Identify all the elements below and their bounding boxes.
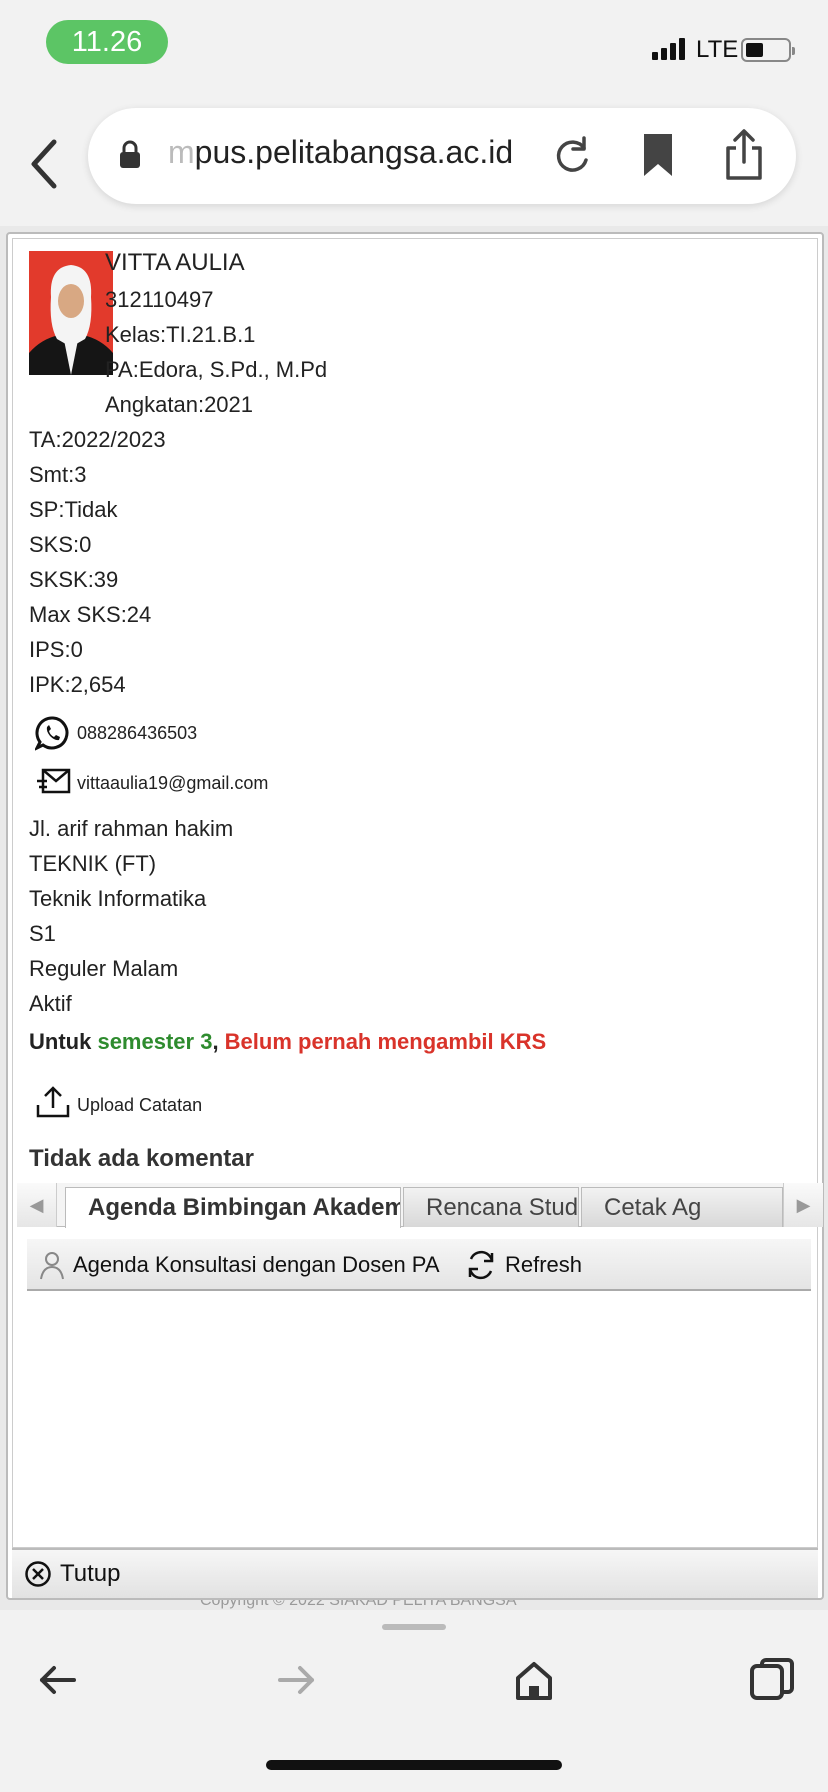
close-label: Tutup: [60, 1560, 121, 1587]
share-icon[interactable]: [724, 128, 764, 180]
krs-status: Belum pernah mengambil KRS: [224, 1029, 547, 1054]
tab-strip: ◀ Agenda Bimbingan Akademik Rencana Stud…: [17, 1183, 823, 1228]
academic-sp: SP:Tidak: [29, 497, 118, 522]
detail-program: Teknik Informatika: [29, 886, 207, 911]
browser-toolbar: mpus.pelitabangsa.ac.id: [0, 96, 828, 226]
tab-scroll-right-button[interactable]: ▶: [783, 1183, 823, 1227]
academic-ips: IPS:0: [29, 637, 83, 662]
tab-cetak-agenda[interactable]: Cetak Ag: [581, 1187, 783, 1227]
user-icon: [40, 1252, 64, 1280]
krs-prefix: Untuk: [29, 1029, 98, 1054]
krs-comma: ,: [212, 1029, 225, 1054]
bottom-navigation: [0, 1610, 828, 1792]
upload-catatan-link[interactable]: Upload Catatan: [77, 1095, 202, 1116]
url-faded: m: [168, 134, 195, 170]
refresh-icon: [468, 1250, 494, 1280]
lock-icon: [120, 140, 140, 168]
krs-notice: Untuk semester 3, Belum pernah mengambil…: [29, 1029, 546, 1055]
home-icon[interactable]: [510, 1656, 558, 1704]
refresh-label: Refresh: [505, 1252, 583, 1277]
detail-class-type: Reguler Malam: [29, 956, 179, 981]
drag-handle[interactable]: [382, 1624, 446, 1630]
tab-rencana-studi[interactable]: Rencana Studi: [403, 1187, 579, 1227]
network-label: LTE: [696, 36, 739, 63]
agenda-konsultasi-label: Agenda Konsultasi dengan Dosen PA: [73, 1252, 440, 1277]
refresh-button[interactable]: Refresh: [465, 1239, 582, 1291]
bookmark-icon[interactable]: [640, 132, 676, 178]
academic-sksk: SKSK:39: [29, 567, 119, 592]
academic-sks: SKS:0: [29, 532, 92, 557]
back-chevron-icon[interactable]: [24, 134, 64, 194]
student-nim: 312110497: [105, 287, 214, 312]
student-pa: PA:Edora, S.Pd., M.Pd: [105, 357, 328, 382]
address-bar[interactable]: mpus.pelitabangsa.ac.id: [88, 108, 796, 204]
tab-agenda-bimbingan[interactable]: Agenda Bimbingan Akademik: [65, 1187, 401, 1228]
detail-status: Aktif: [29, 991, 72, 1016]
detail-level: S1: [29, 921, 56, 946]
url-text: mpus.pelitabangsa.ac.id: [168, 134, 513, 171]
status-bar: 11.26 LTE: [0, 0, 828, 96]
agenda-konsultasi-button[interactable]: Agenda Konsultasi dengan Dosen PA: [39, 1239, 440, 1291]
dialog-footer: Tutup: [12, 1548, 818, 1598]
tabs-overview-icon[interactable]: [748, 1656, 796, 1704]
url-visible: pus.pelitabangsa.ac.id: [194, 134, 514, 170]
tab-scroll-left-button[interactable]: ◀: [17, 1183, 57, 1227]
nav-back-arrow-icon[interactable]: [34, 1656, 82, 1704]
status-time: 11.26: [46, 20, 168, 64]
academic-smt: Smt:3: [29, 462, 87, 487]
whatsapp-icon[interactable]: [35, 715, 71, 751]
battery-icon: [741, 38, 795, 62]
academic-ipk: IPK:2,654: [29, 672, 126, 697]
krs-semester: semester 3: [97, 1029, 213, 1054]
agenda-toolbar: Agenda Konsultasi dengan Dosen PA Refres…: [27, 1239, 811, 1291]
komentar-heading: Tidak ada komentar: [29, 1145, 254, 1172]
reload-icon[interactable]: [550, 134, 594, 178]
detail-address: Jl. arif rahman hakim: [29, 816, 234, 841]
signal-icon: [652, 36, 685, 60]
email-address[interactable]: vittaaulia19@gmail.com: [77, 773, 268, 794]
phone-number[interactable]: 088286436503: [77, 723, 197, 744]
academic-ta: TA:2022/2023: [29, 427, 166, 452]
student-angkatan: Angkatan:2021: [105, 392, 254, 417]
academic-max-sks: Max SKS:24: [29, 602, 152, 627]
upload-icon[interactable]: [35, 1085, 71, 1119]
close-button[interactable]: Tutup: [24, 1560, 120, 1588]
email-icon[interactable]: [37, 767, 71, 795]
student-name: VITTA AULIA: [105, 249, 245, 276]
student-kelas: Kelas:TI.21.B.1: [105, 322, 256, 347]
detail-faculty: TEKNIK (FT): [29, 851, 157, 876]
close-circle-icon: [25, 1561, 51, 1587]
student-photo: [29, 251, 113, 375]
nav-forward-arrow-icon[interactable]: [272, 1656, 320, 1704]
dialog-content: VITTA AULIA 312110497 Kelas:TI.21.B.1 PA…: [12, 238, 823, 1548]
home-indicator: [266, 1760, 562, 1770]
student-dialog: VITTA AULIA 312110497 Kelas:TI.21.B.1 PA…: [6, 232, 824, 1600]
